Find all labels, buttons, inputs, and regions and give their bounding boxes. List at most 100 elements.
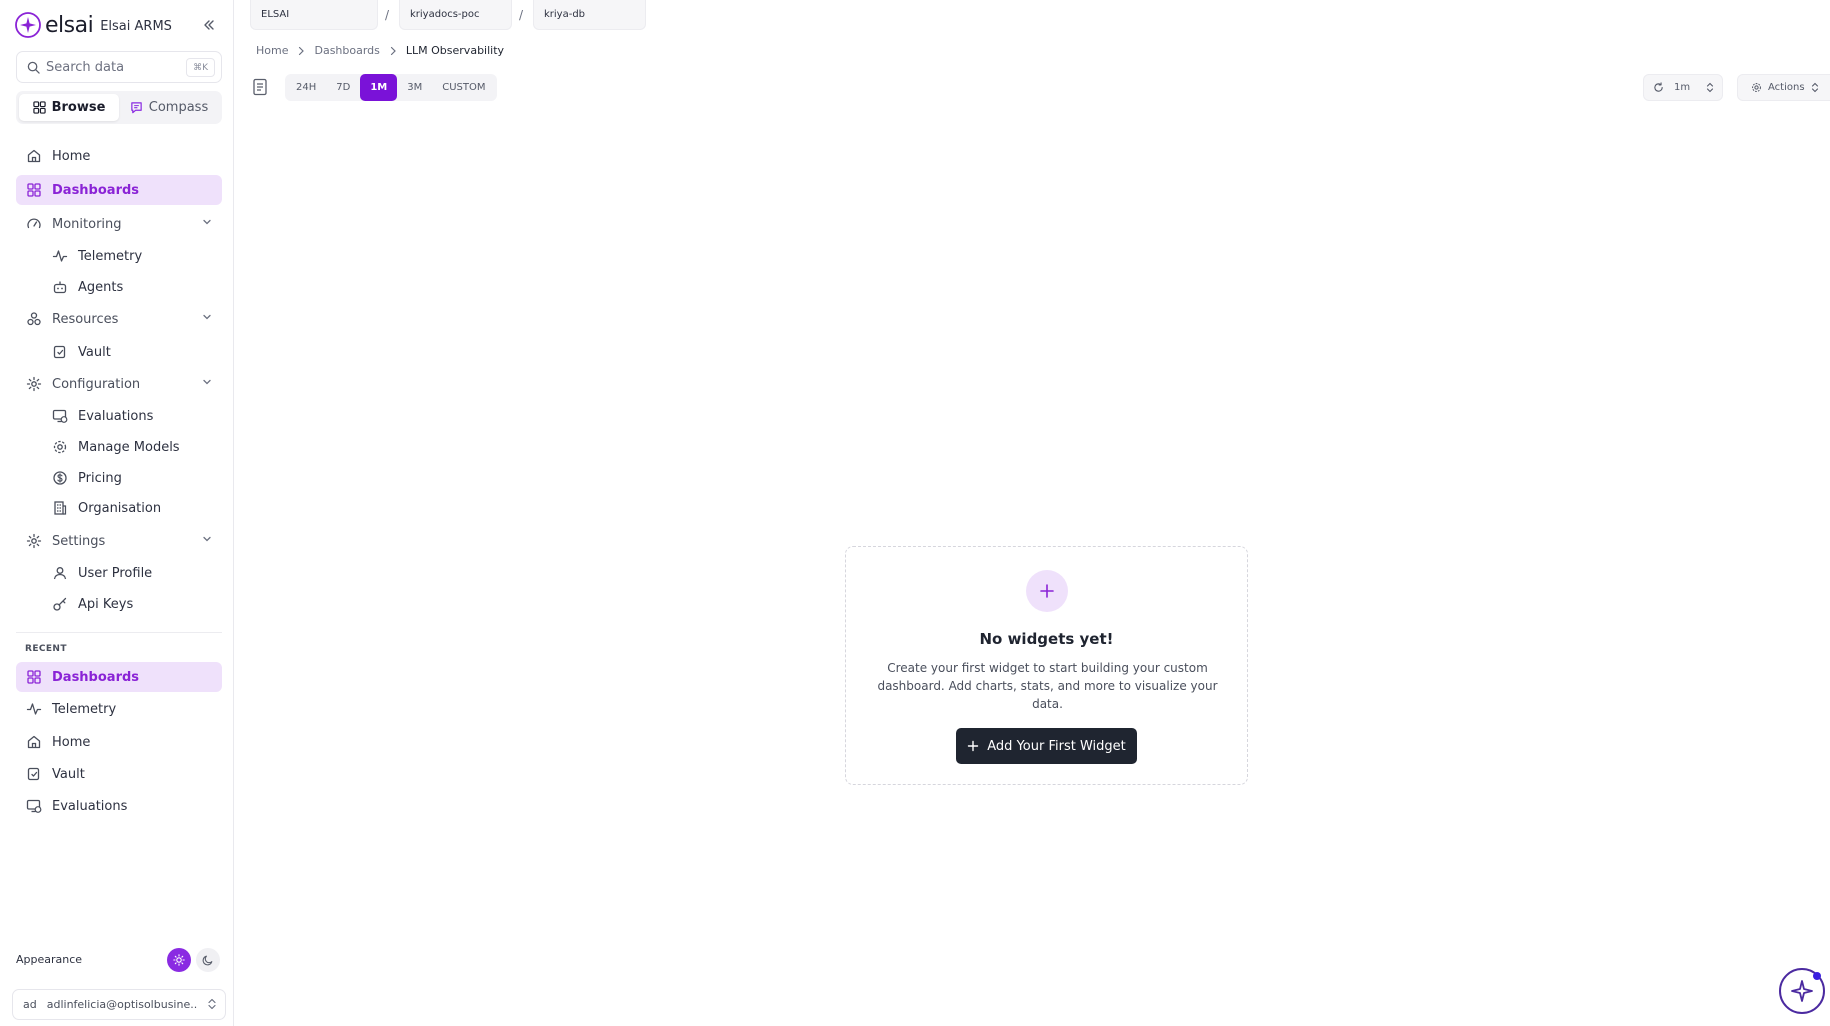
sidebar-item-label: Home	[52, 148, 91, 164]
refresh-interval-select[interactable]: 1m	[1643, 74, 1723, 101]
add-first-widget-button[interactable]: Add Your First Widget	[956, 728, 1137, 764]
recent-item-evaluations[interactable]: Evaluations	[16, 791, 222, 821]
user-email: adlinfelicia@optisolbusine...	[46, 998, 197, 1011]
range-24h[interactable]: 24H	[286, 74, 326, 101]
chevron-down-icon	[203, 379, 211, 385]
refresh-icon	[1654, 82, 1663, 92]
sidebar-item-organisation[interactable]: Organisation	[42, 493, 222, 523]
notification-dot	[1813, 972, 1821, 980]
sidebar-item-label: Evaluations	[78, 408, 154, 424]
compass-tab-label: Compass	[148, 100, 209, 115]
recent-item-telemetry[interactable]: Telemetry	[16, 694, 222, 724]
range-7d[interactable]: 7D	[326, 74, 360, 101]
range-1m[interactable]: 1M	[360, 74, 398, 101]
grid-icon	[32, 101, 46, 114]
building-icon	[54, 501, 67, 515]
home-icon	[27, 149, 41, 163]
add-first-widget-label: Add Your First Widget	[987, 738, 1126, 754]
search-shortcut: ⌘K	[186, 58, 215, 77]
recent-item-label: Evaluations	[52, 798, 128, 814]
browse-tab-label: Browse	[51, 100, 106, 115]
dark-mode-toggle[interactable]	[196, 948, 220, 972]
activity-icon	[52, 250, 68, 262]
chevron-down-icon	[203, 219, 211, 225]
sidebar-item-api-keys[interactable]: Api Keys	[42, 589, 222, 619]
sidebar-item-telemetry[interactable]: Telemetry	[42, 241, 222, 271]
gauge-icon	[27, 218, 41, 229]
recent-item-label: Home	[52, 734, 91, 750]
key-icon	[53, 597, 67, 611]
range-3m[interactable]: 3M	[397, 74, 432, 101]
chat-icon	[131, 102, 142, 114]
collapse-sidebar-button[interactable]	[199, 15, 219, 35]
range-custom[interactable]: CUSTOM	[432, 74, 495, 101]
sidebar-item-pricing[interactable]: Pricing	[42, 463, 222, 493]
recent-item-home[interactable]: Home	[16, 727, 222, 757]
breadcrumb: Home Dashboards LLM Observability	[256, 44, 504, 57]
sidebar-item-user-profile[interactable]: User Profile	[42, 558, 222, 588]
mode-switch: Browse Compass	[16, 91, 222, 124]
chevron-right-icon	[299, 46, 305, 55]
time-range-selector: 24H 7D 1M 3M CUSTOM	[285, 74, 497, 101]
sidebar-section-monitoring[interactable]: Monitoring	[16, 209, 222, 239]
actions-menu[interactable]: Actions	[1737, 74, 1830, 101]
monitor-check-icon	[26, 799, 42, 813]
sidebar-item-evaluations[interactable]: Evaluations	[42, 401, 222, 431]
ai-assistant-button[interactable]	[1779, 968, 1825, 1014]
settings-icon	[26, 533, 42, 549]
search-box[interactable]: ⌘K	[16, 51, 222, 83]
empty-state-title: No widgets yet!	[979, 630, 1114, 648]
sidebar-item-manage-models[interactable]: Manage Models	[42, 432, 222, 462]
settings-gear-icon	[53, 440, 67, 454]
breadcrumb-dashboards[interactable]: Dashboards	[314, 44, 379, 57]
sidebar-item-agents[interactable]: Agents	[42, 272, 222, 302]
empty-state-description: Create your first widget to start buildi…	[877, 661, 1218, 711]
context-separator: /	[519, 8, 524, 22]
light-mode-toggle[interactable]	[167, 948, 191, 972]
sidebar-section-settings[interactable]: Settings	[16, 526, 222, 556]
context-tab-org[interactable]: ELSAI	[250, 0, 378, 30]
sidebar-item-label: Agents	[78, 279, 124, 295]
resources-icon	[27, 312, 41, 326]
brand-wordmark: elsai	[45, 12, 94, 38]
sidebar-item-vault[interactable]: Vault	[42, 337, 222, 367]
recent-item-vault[interactable]: Vault	[16, 759, 222, 789]
sidebar-section-configuration[interactable]: Configuration	[16, 369, 222, 399]
search-icon	[27, 61, 40, 74]
compass-tab[interactable]: Compass	[119, 94, 219, 121]
user-menu[interactable]: ad adlinfelicia@optisolbusine...	[12, 989, 226, 1020]
chevrons-left-icon	[204, 20, 214, 30]
chevron-down-icon	[203, 314, 211, 320]
document-icon	[253, 78, 267, 96]
context-tab-database[interactable]: kriya-db	[533, 0, 646, 30]
user-icon	[53, 567, 67, 580]
dashboard-grid-icon	[27, 183, 41, 197]
appearance-label: Appearance	[16, 953, 83, 966]
sidebar-section-label: Configuration	[52, 376, 141, 392]
sidebar-item-dashboards[interactable]: Dashboards	[16, 175, 222, 205]
add-widget-icon-button[interactable]	[1026, 570, 1068, 612]
chevrons-up-down-icon	[1811, 82, 1818, 93]
sidebar-item-label: Api Keys	[78, 596, 134, 612]
browse-tab[interactable]: Browse	[19, 94, 119, 121]
sidebar-section-label: Settings	[52, 533, 106, 549]
breadcrumb-home[interactable]: Home	[256, 44, 288, 57]
sidebar-section-resources[interactable]: Resources	[16, 304, 222, 334]
chevrons-up-down-icon	[1706, 82, 1714, 93]
sidebar: elsai Elsai ARMS ⌘K Browse Compass Home …	[0, 0, 234, 1026]
search-input[interactable]	[46, 59, 176, 75]
app-name: Elsai ARMS	[100, 18, 172, 34]
sidebar-item-home[interactable]: Home	[16, 141, 222, 171]
chevron-down-icon	[203, 536, 211, 542]
sidebar-section-label: Monitoring	[52, 216, 122, 232]
plus-icon	[1040, 584, 1054, 598]
recent-item-label: Vault	[52, 766, 85, 782]
sidebar-divider	[16, 632, 222, 633]
recent-item-dashboards[interactable]: Dashboards	[16, 662, 222, 692]
context-tab-project[interactable]: kriyadocs-poc	[399, 0, 512, 30]
sidebar-item-label: Manage Models	[78, 439, 180, 455]
plus-icon	[968, 740, 979, 752]
sidebar-item-label: Vault	[78, 344, 111, 360]
brand[interactable]: elsai Elsai ARMS	[14, 11, 172, 39]
toggle-details-button[interactable]	[252, 78, 268, 96]
